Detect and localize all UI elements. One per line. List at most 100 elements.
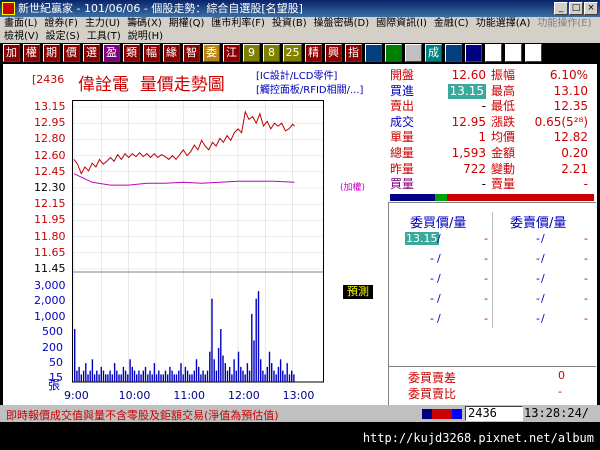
volume-bar (142, 370, 144, 382)
stat-row: 賣出 - 最低 12.35 (388, 99, 594, 115)
toolbar-button[interactable]: 類 (123, 44, 140, 62)
stat-label: 總量 (390, 146, 415, 160)
menu-item[interactable]: 金融(C) (434, 17, 469, 30)
volume-bar (87, 374, 89, 382)
toolbar-button[interactable]: 成 (425, 44, 442, 62)
stat-value: 12.60 (451, 68, 486, 82)
bid-price: - (430, 312, 434, 325)
menu-item[interactable]: 檢視(V) (4, 30, 39, 43)
toolbar-button[interactable]: 期 (43, 44, 60, 62)
volume-bar (122, 366, 125, 382)
page-title: 偉詮電 量價走勢圖 (78, 70, 225, 95)
toolbar-button[interactable]: 選 (83, 44, 100, 62)
view-name: 量價走勢圖 (139, 75, 225, 95)
volume-unit: 張 (48, 378, 61, 392)
toolbar-button[interactable]: 智 (183, 44, 200, 62)
volume-bar (279, 359, 282, 382)
toolbar-button[interactable]: 緣 (163, 44, 180, 62)
toolbar-button[interactable]: 江 (223, 44, 240, 62)
bid-qty: - (484, 272, 488, 285)
estimate-badge[interactable]: 預測 (343, 285, 373, 299)
toolbar-button[interactable]: 盈 (103, 44, 120, 62)
price-volume-chart[interactable] (72, 100, 324, 388)
toolbar-button[interactable]: 價 (63, 44, 80, 62)
menu-item[interactable]: 設定(S) (46, 30, 80, 43)
volume-bar (273, 370, 275, 382)
toolbar-button[interactable] (385, 44, 402, 62)
volume-bar (131, 366, 133, 382)
ask-price: - (536, 312, 540, 325)
menu-item[interactable]: 國際資訊(I) (376, 17, 427, 30)
toolbar-button[interactable] (525, 44, 542, 62)
volume-bar (149, 370, 151, 382)
mini-indicator-segment (442, 409, 452, 419)
volume-bar (193, 370, 195, 382)
chart-background (72, 100, 324, 388)
status-message: 即時報價成交值與量不含零股及鉅額交易(淨值為預估值) (6, 409, 279, 422)
menu-item[interactable]: 說明(H) (128, 30, 163, 43)
orderbook-divider (492, 212, 493, 328)
ask-qty: - (584, 252, 588, 265)
toolbar-button[interactable]: 25 (283, 44, 302, 62)
stat-value: 13.10 (553, 83, 588, 98)
stat-row: 開盤 12.60 振幅 6.10% (388, 68, 594, 84)
volume-bar (100, 366, 102, 382)
menu-item[interactable]: 操盤密碼(D) (314, 17, 370, 30)
menu-item[interactable]: 期權(Q) (169, 17, 205, 30)
bid-price: 13.15 (405, 232, 439, 245)
toolbar-button[interactable]: 9 (243, 44, 260, 62)
stat-row: 總量 1,593 金額 0.20 (388, 146, 594, 162)
toolbar-button[interactable]: 興 (325, 44, 342, 62)
toolbar-button[interactable] (505, 44, 522, 62)
toolbar-button[interactable] (445, 44, 462, 62)
time-tick: 9:00 (64, 389, 89, 402)
toolbar-button[interactable]: 加 (3, 44, 20, 62)
menu-item[interactable]: 主力(U) (85, 17, 120, 30)
toolbar-button[interactable] (485, 44, 502, 62)
stat-label: 買量 (390, 177, 415, 192)
industry-link-ic[interactable]: [IC設計/LCD零件] (256, 70, 363, 84)
menu-item[interactable]: 證券(F) (44, 17, 78, 30)
menu-item[interactable]: 工具(T) (87, 30, 121, 43)
menu-item[interactable]: 功能選擇(A) (476, 17, 531, 30)
volume-bar (262, 370, 264, 382)
industry-link-touch[interactable]: [觸控面板/RFID相關/...] (256, 84, 363, 98)
toolbar-button[interactable] (365, 44, 382, 62)
ask-price: - (536, 232, 540, 245)
stat-row: 成交 12.95 漲跌 0.65(5²⁸) (388, 115, 594, 131)
menu-item[interactable]: 畫面(L) (4, 17, 37, 30)
toolbar-button[interactable]: 委 (203, 44, 220, 62)
ask-price: - (536, 292, 540, 305)
volume-bar (288, 374, 291, 382)
stock-code-input[interactable]: 2436 (465, 406, 523, 421)
menu-item[interactable]: 匯市利率(F) (211, 17, 265, 30)
menu-item[interactable]: 投資(B) (272, 17, 307, 30)
volume-bar (178, 370, 180, 382)
bid-ask-diff-value: 0 (558, 369, 565, 382)
volume-bar (140, 374, 142, 382)
toolbar-button[interactable]: 8 (263, 44, 280, 62)
volume-bar (186, 370, 189, 382)
maximize-button[interactable]: □ (569, 2, 583, 15)
volume-bar (113, 363, 116, 382)
toolbar-button[interactable]: 精 (305, 44, 322, 62)
volume-bar (116, 370, 118, 382)
time-tick: 10:00 (118, 389, 151, 402)
menu-item[interactable]: 籌碼(X) (127, 17, 162, 30)
volume-bar (209, 351, 211, 382)
volume-bar (180, 363, 182, 382)
app-icon (2, 2, 15, 15)
menu-item[interactable]: 功能操作(E) (537, 17, 591, 30)
volume-bar (78, 366, 80, 382)
toolbar-button[interactable] (405, 44, 422, 62)
ask-price: - (536, 272, 540, 285)
minimize-button[interactable]: _ (554, 2, 568, 15)
stat-label: 金額 (491, 146, 516, 160)
volume-bar (200, 374, 202, 382)
toolbar-button[interactable] (465, 44, 482, 62)
toolbar-button[interactable]: 幅 (143, 44, 160, 62)
close-button[interactable]: × (584, 2, 598, 15)
toolbar-button[interactable]: 權 (23, 44, 40, 62)
volume-bar (257, 291, 260, 382)
toolbar-button[interactable]: 指 (345, 44, 362, 62)
